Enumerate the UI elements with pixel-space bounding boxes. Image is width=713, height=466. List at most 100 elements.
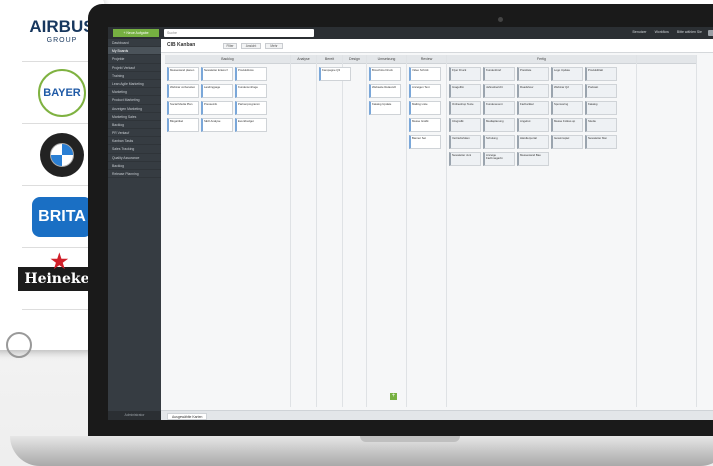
sidebar-item[interactable]: Projekte (108, 55, 161, 64)
kanban-card[interactable]: Partnerprogramm (235, 101, 267, 115)
add-column-button[interactable]: + (390, 393, 397, 400)
lane-header[interactable]: Review (407, 55, 446, 64)
sidebar-item[interactable]: Product Marketing (108, 96, 161, 105)
kanban-card[interactable]: Mailing Liste (409, 101, 441, 115)
kanban-card[interactable]: SEO Analyse (201, 118, 233, 132)
top-bar: + Neue Aufgabe Suche Benutzer Workflow B… (108, 27, 713, 39)
laptop-notch (360, 436, 460, 442)
filter-button[interactable]: Filter (223, 43, 237, 49)
sidebar-item[interactable]: Marketing (108, 88, 161, 97)
kanban-card[interactable]: Kundenbrief (483, 67, 515, 81)
sidebar-item[interactable]: Lean Agile Marketing (108, 80, 161, 89)
kanban-card[interactable]: Imagefilm (449, 84, 481, 98)
kanban-card[interactable]: Newsletter Juni (449, 152, 481, 166)
sidebar-item[interactable]: Dashboard (108, 39, 161, 48)
kanban-card[interactable]: Roadshow (517, 84, 549, 98)
grid-icon[interactable] (708, 30, 713, 36)
kanban-lane: Review Video Schnitt Anzeigen Text Mailing … (407, 55, 447, 407)
kanban-card[interactable]: Jahresbericht (483, 84, 515, 98)
kanban-lane: Umsetzung Broschüre Druck Webseite Relaunc… (367, 55, 407, 407)
sidebar-item[interactable]: Quality Assurance (108, 154, 161, 162)
kanban-card[interactable]: Gewinnspiel (551, 135, 583, 149)
kanban-card[interactable]: Messestand planen (167, 67, 199, 81)
selected-cards-tab[interactable]: Ausgewählte Karten (167, 413, 208, 420)
lane-header[interactable]: Fertig (447, 55, 636, 64)
sidebar-item[interactable]: Anzeigen Marketing (108, 105, 161, 113)
kanban-card[interactable]: Kundenumfrage (235, 84, 267, 98)
kanban-card[interactable]: Vertriebsfolien (449, 135, 481, 149)
top-links: Benutzer Workflow Bitte wählen Sie (633, 30, 702, 34)
kanban-card[interactable]: Fachartikel (517, 101, 549, 115)
kanban-card[interactable]: Webinar Q2 (551, 84, 583, 98)
kanban-card[interactable]: Webseite Relaunch (369, 84, 401, 98)
sidebar-item[interactable]: Release Planning (108, 170, 161, 179)
sidebar-item[interactable]: Backlog (108, 162, 161, 170)
kanban-card[interactable]: Onlineshop Texte (449, 101, 481, 115)
kanban-card[interactable]: Händlerportal (517, 135, 549, 149)
kanban-card[interactable]: Blogartikel (167, 118, 199, 132)
kanban-card[interactable]: Sponsoring (551, 101, 583, 115)
kanban-card[interactable]: Newsletter Entwurf (201, 67, 233, 81)
kanban-card[interactable]: Messe Grafik (409, 118, 441, 132)
kanban-card[interactable]: Anzeige Fachmagazin (483, 152, 515, 166)
sidebar-item[interactable]: My Boards (108, 47, 161, 56)
sidebar-item[interactable]: Sales Tracking (108, 145, 161, 154)
top-link-select[interactable]: Bitte wählen Sie (677, 30, 702, 34)
lane-header[interactable]: Analyse (291, 55, 316, 64)
view-button[interactable]: Ansicht (241, 43, 261, 49)
lane-header[interactable] (637, 55, 696, 64)
sidebar-list: Dashboard My Boards Projekte Projekt Verkau… (108, 39, 161, 179)
kanban-card[interactable]: Messestand Bau (517, 152, 549, 166)
top-link-users[interactable]: Benutzer (633, 30, 647, 34)
kanban-card[interactable]: Video Schnitt (409, 67, 441, 81)
kanban-card[interactable]: Messe Follow-up (551, 118, 583, 132)
airbus-sub: GROUP (46, 37, 78, 44)
kanban-card[interactable]: Broschüre Druck (369, 67, 401, 81)
lane-header[interactable]: Design (343, 55, 366, 64)
lane-header[interactable]: Backlog (165, 55, 290, 64)
kanban-card[interactable]: Eventbudget (235, 118, 267, 132)
kanban-card[interactable]: Banner Set (409, 135, 441, 149)
kanban-card[interactable]: Infografik (449, 118, 481, 132)
airbus-wordmark: AIRBUS (29, 17, 95, 36)
sidebar-footer[interactable]: Administrator (108, 411, 161, 420)
kanban-card[interactable]: Newsletter Mai (585, 135, 617, 149)
kanban-card[interactable]: Anzeigen Text (409, 84, 441, 98)
kanban-card[interactable]: Produktblatt (585, 67, 617, 81)
kanban-card[interactable]: Preisliste (517, 67, 549, 81)
board-header: CIB Kanban Filter Ansicht Mehr (161, 39, 713, 53)
sidebar-item[interactable]: PR Verkauf (108, 129, 161, 138)
kanban-card[interactable]: Flyer Druck (449, 67, 481, 81)
kanban-card[interactable]: Katalog Update (369, 101, 401, 115)
kanban-card[interactable]: Kundenevent (483, 101, 515, 115)
sidebar-item[interactable]: Backlog (108, 121, 161, 130)
kanban-card[interactable]: Logo Update (551, 67, 583, 81)
kanban-card[interactable]: Webinar vorbereiten (167, 84, 199, 98)
brand-logo-column: AIRBUS GROUP BAYER BRITA ★ Heineken (0, 0, 106, 358)
lane-header[interactable]: Bereit (317, 55, 342, 64)
sidebar-item[interactable]: Projekt Verkauf (108, 64, 161, 72)
kanban-card[interactable]: Social Media Plan (167, 101, 199, 115)
sidebar-item[interactable]: Kanban Tasks (108, 137, 161, 146)
brita-wordmark: BRITA (32, 196, 92, 237)
kanban-lane: Backlog Messestand planen Newsletter Entwu… (165, 55, 291, 407)
kanban-card[interactable]: Studie (585, 118, 617, 132)
sidebar-item[interactable]: Training (108, 72, 161, 80)
kanban-card[interactable]: Presseinfo (201, 101, 233, 115)
lane-header[interactable]: Umsetzung (367, 55, 406, 64)
kanban-card[interactable]: Produktfotos (235, 67, 267, 81)
search-input[interactable]: Suche (164, 29, 314, 37)
kanban-card[interactable]: Landingpage (201, 84, 233, 98)
kanban-card[interactable]: Podcast (585, 84, 617, 98)
kanban-lane: Fertig Flyer Druck Kundenbrief Preisliste Lo… (447, 55, 637, 407)
kanban-card[interactable]: Katalog (585, 101, 617, 115)
sidebar-item[interactable]: Marketing Sales (108, 113, 161, 121)
camera-icon (498, 17, 503, 22)
top-link-workflow[interactable]: Workflow (655, 30, 669, 34)
kanban-card[interactable]: Mediaplanung (483, 118, 515, 132)
create-task-button[interactable]: + Neue Aufgabe (113, 29, 159, 37)
more-button[interactable]: Mehr (265, 43, 283, 49)
sidebar: Dashboard My Boards Projekte Projekt Verkau… (108, 39, 161, 420)
kanban-card[interactable]: Angebot (517, 118, 549, 132)
kanban-card[interactable]: Schulung (483, 135, 515, 149)
